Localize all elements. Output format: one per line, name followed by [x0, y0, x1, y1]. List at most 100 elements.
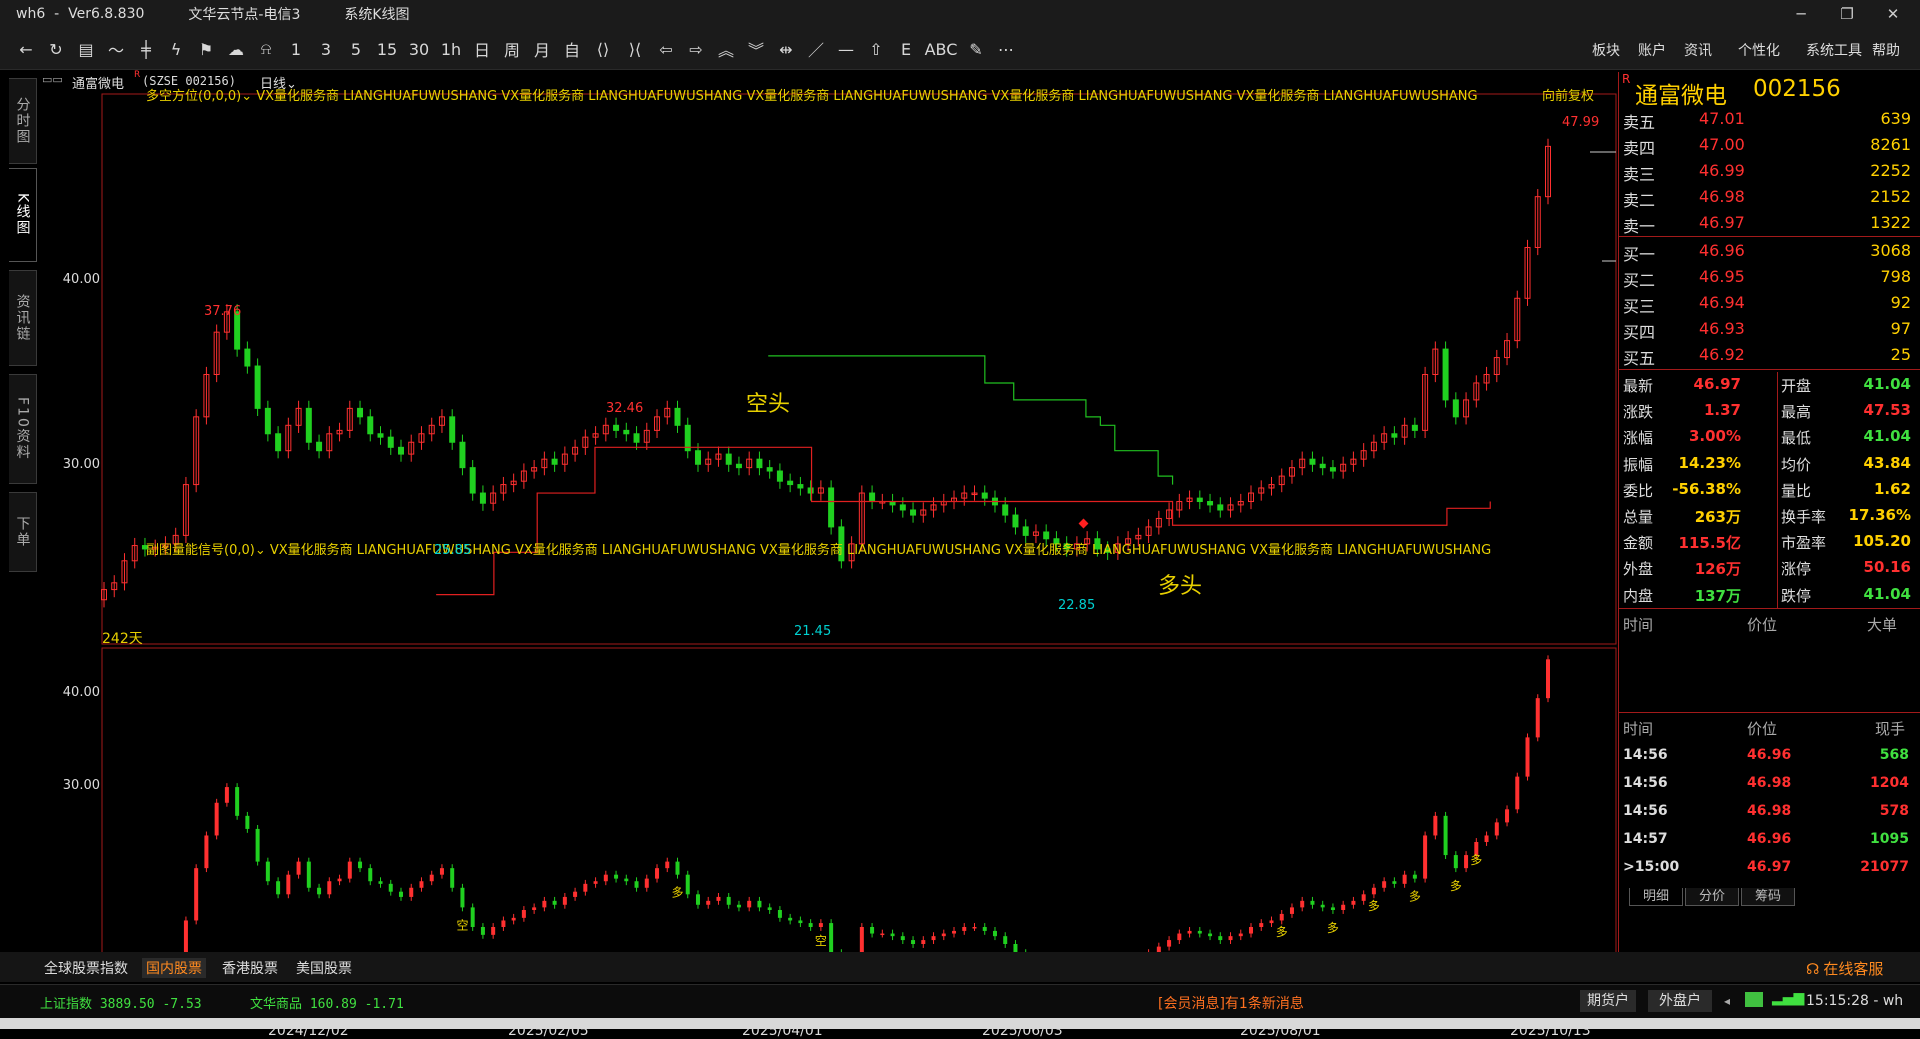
arrow-up-icon[interactable]: ︽: [714, 36, 738, 62]
chart-canvas[interactable]: 多空多空多多多多多多多: [38, 92, 1618, 952]
sub-signal-marker: 多: [1470, 853, 1482, 867]
main-indicator-label[interactable]: 多空方位(0,0,0)⌄ VX量化服务商 LIANGHUAFUWUSHANG V…: [146, 85, 1478, 104]
sub-candle-body: [870, 927, 875, 934]
period-custom[interactable]: 自: [560, 36, 584, 62]
sub-candle-body: [1228, 936, 1233, 941]
zoom-in-icon[interactable]: ⟨⟩: [590, 36, 616, 62]
futures-account-button[interactable]: 期货户: [1580, 990, 1636, 1012]
menu-4[interactable]: 系统工具: [1806, 40, 1862, 60]
trade-time: 14:57: [1623, 831, 1668, 847]
maximize-icon[interactable]: ❐: [1824, 0, 1870, 28]
period-1h[interactable]: 1h: [438, 36, 464, 62]
sub-candle-body: [296, 861, 301, 875]
period-30[interactable]: 30: [406, 36, 432, 62]
vtab-2[interactable]: 资讯链: [9, 270, 37, 366]
back-icon[interactable]: ←: [14, 36, 38, 62]
bid-row-2[interactable]: 买二 46.95 798: [1619, 264, 1920, 290]
market-tab-3[interactable]: 美国股票: [296, 958, 352, 978]
more-icon[interactable]: ⋯: [994, 36, 1018, 62]
stat-label: 均价: [1781, 455, 1812, 474]
vtab-0[interactable]: 分时图: [9, 78, 37, 164]
menu-1[interactable]: 账户: [1638, 40, 1666, 60]
ask-row-5[interactable]: 卖一 46.97 1322: [1619, 210, 1920, 236]
index-sh[interactable]: 上证指数 3889.50 -7.53: [40, 993, 202, 1012]
index-commodity[interactable]: 文华商品 160.89 -1.71: [250, 993, 404, 1012]
refresh-icon[interactable]: ↻: [44, 36, 68, 62]
period-15[interactable]: 15: [374, 36, 400, 62]
tick-chart-icon[interactable]: ϟ: [164, 36, 188, 62]
sub-candle-body: [1535, 698, 1540, 738]
market-tab-2[interactable]: 香港股票: [222, 958, 278, 978]
line-chart-icon[interactable]: 〜: [104, 36, 128, 62]
quote-tab-0[interactable]: 明细: [1629, 888, 1683, 906]
candle-body: [305, 407, 312, 443]
home-icon[interactable]: ⇧: [864, 36, 888, 62]
bell-icon[interactable]: ⍾: [254, 36, 278, 62]
draw-line-icon[interactable]: ／: [804, 36, 828, 62]
sub-candle-body: [808, 923, 813, 927]
service-button[interactable]: ☊ 在线客服: [1806, 958, 1883, 979]
minimize-icon[interactable]: ─: [1778, 0, 1824, 28]
stat-value: 137万: [1694, 586, 1741, 605]
vtab-1[interactable]: K线图: [9, 168, 37, 262]
ask-row-1[interactable]: 卖五 47.01 639: [1619, 106, 1920, 132]
layout-icon[interactable]: ▭▭: [42, 73, 63, 86]
period-1[interactable]: 1: [284, 36, 308, 62]
crosshair-icon[interactable]: ⇹: [774, 36, 798, 62]
member-message[interactable]: [会员消息]有1条新消息: [1158, 993, 1304, 1013]
bid-row-3[interactable]: 买三 46.94 92: [1619, 290, 1920, 316]
low-label-1: 25.85: [434, 543, 472, 558]
sub-candle-body: [1382, 881, 1387, 888]
ask-row-3[interactable]: 卖三 46.99 2252: [1619, 158, 1920, 184]
table-icon[interactable]: ▤: [74, 36, 98, 62]
candle-body: [1442, 348, 1449, 401]
vtab-4[interactable]: 下单: [9, 492, 37, 572]
adjust-mode[interactable]: 向前复权: [1542, 85, 1594, 104]
menu-2[interactable]: 资讯: [1684, 40, 1712, 60]
foreign-account-button[interactable]: 外盘户: [1648, 990, 1712, 1012]
sub-panel-frame: [101, 647, 1617, 952]
e-icon[interactable]: E: [894, 36, 918, 62]
y-tick-main-2: 30.00: [62, 457, 100, 472]
candle-body: [551, 458, 558, 465]
menu-5[interactable]: 帮助: [1872, 40, 1900, 60]
close-icon[interactable]: ✕: [1870, 0, 1916, 28]
period-3[interactable]: 3: [314, 36, 338, 62]
stat-value: 126万: [1694, 560, 1741, 579]
vtab-3[interactable]: F10资料: [9, 374, 37, 484]
book-divider: [1619, 236, 1920, 237]
cloud-refresh-icon[interactable]: ☁: [224, 36, 248, 62]
quote-tab-2[interactable]: 筹码: [1741, 888, 1795, 906]
pen-icon[interactable]: ✎: [964, 36, 988, 62]
quote-tab-1[interactable]: 分价: [1685, 888, 1739, 906]
bid-row-4[interactable]: 买四 46.93 97: [1619, 316, 1920, 342]
menu-3[interactable]: 个性化: [1738, 40, 1780, 60]
abc-icon[interactable]: ABC: [924, 36, 958, 62]
kline-chart[interactable]: 多空多空多多多多多多多 多空方位(0,0,0)⌄ VX量化服务商 LIANGHU…: [38, 89, 1618, 1039]
arrow-right-icon[interactable]: ⇨: [684, 36, 708, 62]
menu-0[interactable]: 板块: [1592, 40, 1620, 60]
ask-row-4[interactable]: 卖二 46.98 2152: [1619, 184, 1920, 210]
sub-indicator-label[interactable]: 副图量能信号(0,0)⌄ VX量化服务商 LIANGHUAFUWUSHANG V…: [146, 539, 1491, 558]
ask-row-2[interactable]: 卖四 47.00 8261: [1619, 132, 1920, 158]
period-week[interactable]: 周: [500, 36, 524, 62]
zoom-out-icon[interactable]: ⟩⟨: [622, 36, 648, 62]
arrow-down-icon[interactable]: ︾: [744, 36, 768, 62]
stat-row-4: 振幅 14.23% 均价 43.84: [1619, 451, 1920, 477]
bid-row-5[interactable]: 买五 46.92 25: [1619, 342, 1920, 368]
chevron-left-icon[interactable]: ◂: [1724, 994, 1730, 1008]
bear-resistance-line: [768, 355, 1174, 485]
candlestick-icon[interactable]: ╪: [134, 36, 158, 62]
keyboard-icon[interactable]: [1745, 992, 1763, 1007]
stat-label: 外盘: [1623, 560, 1654, 579]
period-5[interactable]: 5: [344, 36, 368, 62]
arrow-left-icon[interactable]: ⇦: [654, 36, 678, 62]
hline-icon[interactable]: —: [834, 36, 858, 62]
main-panel-frame: [101, 93, 1617, 645]
market-tab-0[interactable]: 全球股票指数: [44, 958, 128, 978]
period-day[interactable]: 日: [470, 36, 494, 62]
period-month[interactable]: 月: [530, 36, 554, 62]
bid-row-1[interactable]: 买一 46.96 3068: [1619, 238, 1920, 264]
flag-icon[interactable]: ⚑: [194, 36, 218, 62]
market-tab-1[interactable]: 国内股票: [142, 958, 206, 978]
